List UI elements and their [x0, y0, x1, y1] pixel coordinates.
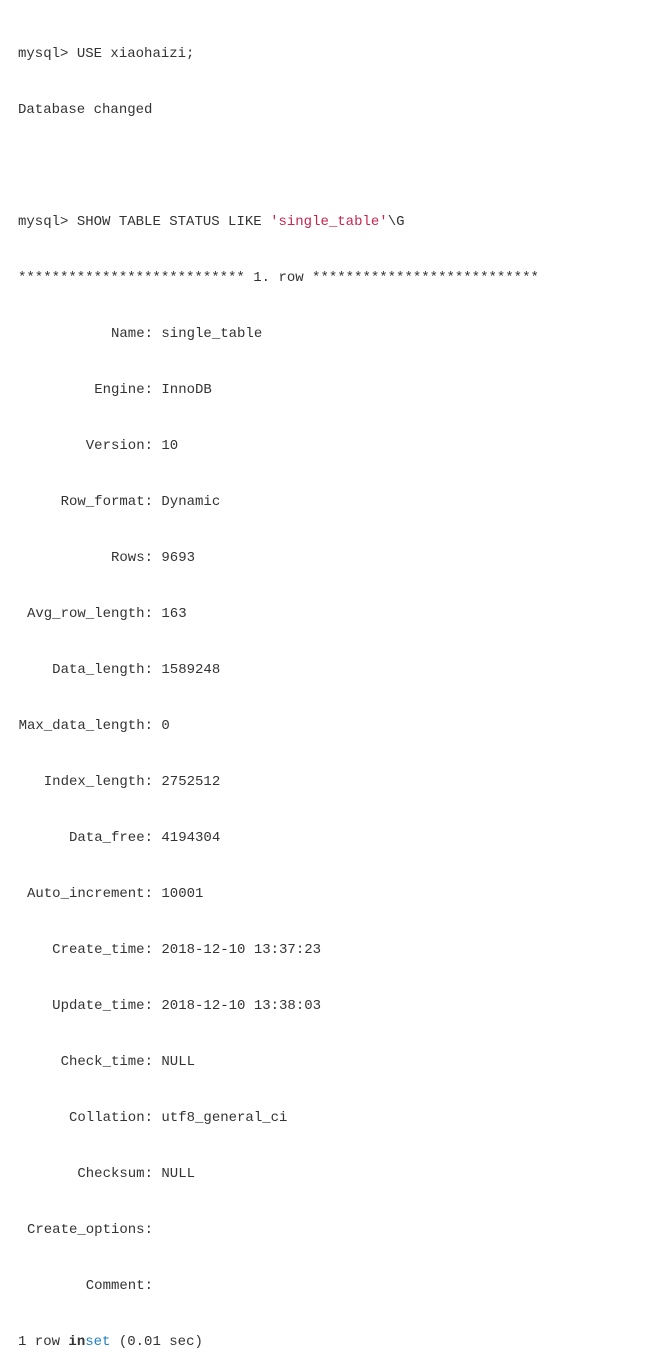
field-label: Data_free:: [18, 824, 153, 852]
field-data-length: Data_length: 1589248: [18, 656, 651, 684]
field-index-length: Index_length: 2752512: [18, 768, 651, 796]
field-label: Version:: [18, 432, 153, 460]
field-label: Update_time:: [18, 992, 153, 1020]
db-changed-msg: Database changed: [18, 96, 651, 124]
field-label: Comment:: [18, 1272, 153, 1300]
field-label: Collation:: [18, 1104, 153, 1132]
command-line-2: mysql> SHOW TABLE STATUS LIKE 'single_ta…: [18, 208, 651, 236]
field-value: 1589248: [161, 662, 220, 678]
prompt: mysql>: [18, 214, 68, 230]
field-value: single_table: [161, 326, 262, 342]
field-label: Max_data_length:: [18, 712, 153, 740]
field-label: Checksum:: [18, 1160, 153, 1188]
field-value: InnoDB: [161, 382, 211, 398]
field-check-time: Check_time: NULL: [18, 1048, 651, 1076]
field-label: Create_time:: [18, 936, 153, 964]
field-value: NULL: [161, 1054, 195, 1070]
field-collation: Collation: utf8_general_ci: [18, 1104, 651, 1132]
field-checksum: Checksum: NULL: [18, 1160, 651, 1188]
field-label: Auto_increment:: [18, 880, 153, 908]
field-value: 9693: [161, 550, 195, 566]
terminal-output: mysql> USE xiaohaizi; Database changed m…: [18, 12, 651, 1370]
field-label: Row_format:: [18, 488, 153, 516]
field-value: Dynamic: [161, 494, 220, 510]
keyword-set: set: [85, 1334, 110, 1350]
field-label: Engine:: [18, 376, 153, 404]
field-label: Rows:: [18, 544, 153, 572]
field-engine: Engine: InnoDB: [18, 376, 651, 404]
result-footer: 1 row inset (0.01 sec): [18, 1328, 651, 1356]
field-rows: Rows: 9693: [18, 544, 651, 572]
field-value: 4194304: [161, 830, 220, 846]
command-line-1: mysql> USE xiaohaizi;: [18, 40, 651, 68]
field-value: 2018-12-10 13:38:03: [161, 998, 321, 1014]
command-suffix: \G: [388, 214, 405, 230]
field-value: 2018-12-10 13:37:23: [161, 942, 321, 958]
field-label: Create_options:: [18, 1216, 153, 1244]
field-value: 2752512: [161, 774, 220, 790]
field-data-free: Data_free: 4194304: [18, 824, 651, 852]
footer-part1: 1 row: [18, 1334, 68, 1350]
prompt: mysql>: [18, 46, 68, 62]
row-divider: *************************** 1. row *****…: [18, 264, 651, 292]
field-version: Version: 10: [18, 432, 651, 460]
field-label: Check_time:: [18, 1048, 153, 1076]
string-literal: 'single_table': [270, 214, 388, 230]
field-value: NULL: [161, 1166, 195, 1182]
command-text: SHOW TABLE STATUS LIKE: [77, 214, 270, 230]
footer-timing: (0.01 sec): [110, 1334, 202, 1350]
field-max-data-length: Max_data_length: 0: [18, 712, 651, 740]
field-value: 0: [161, 718, 169, 734]
field-value: 163: [161, 606, 186, 622]
field-create-options: Create_options:: [18, 1216, 651, 1244]
field-label: Data_length:: [18, 656, 153, 684]
field-label: Name:: [18, 320, 153, 348]
watermark: CSDN @zyjzyjjyzjyz: [528, 1364, 645, 1370]
field-label: Index_length:: [18, 768, 153, 796]
command-text: USE xiaohaizi;: [77, 46, 195, 62]
field-value: utf8_general_ci: [161, 1110, 287, 1126]
field-avg-row-length: Avg_row_length: 163: [18, 600, 651, 628]
field-value: 10001: [161, 886, 203, 902]
field-update-time: Update_time: 2018-12-10 13:38:03: [18, 992, 651, 1020]
field-value: 10: [161, 438, 178, 454]
field-row-format: Row_format: Dynamic: [18, 488, 651, 516]
keyword-in: in: [68, 1334, 85, 1350]
blank-line: [18, 152, 651, 180]
field-label: Avg_row_length:: [18, 600, 153, 628]
field-auto-increment: Auto_increment: 10001: [18, 880, 651, 908]
field-comment: Comment:: [18, 1272, 651, 1300]
field-name: Name: single_table: [18, 320, 651, 348]
field-create-time: Create_time: 2018-12-10 13:37:23: [18, 936, 651, 964]
